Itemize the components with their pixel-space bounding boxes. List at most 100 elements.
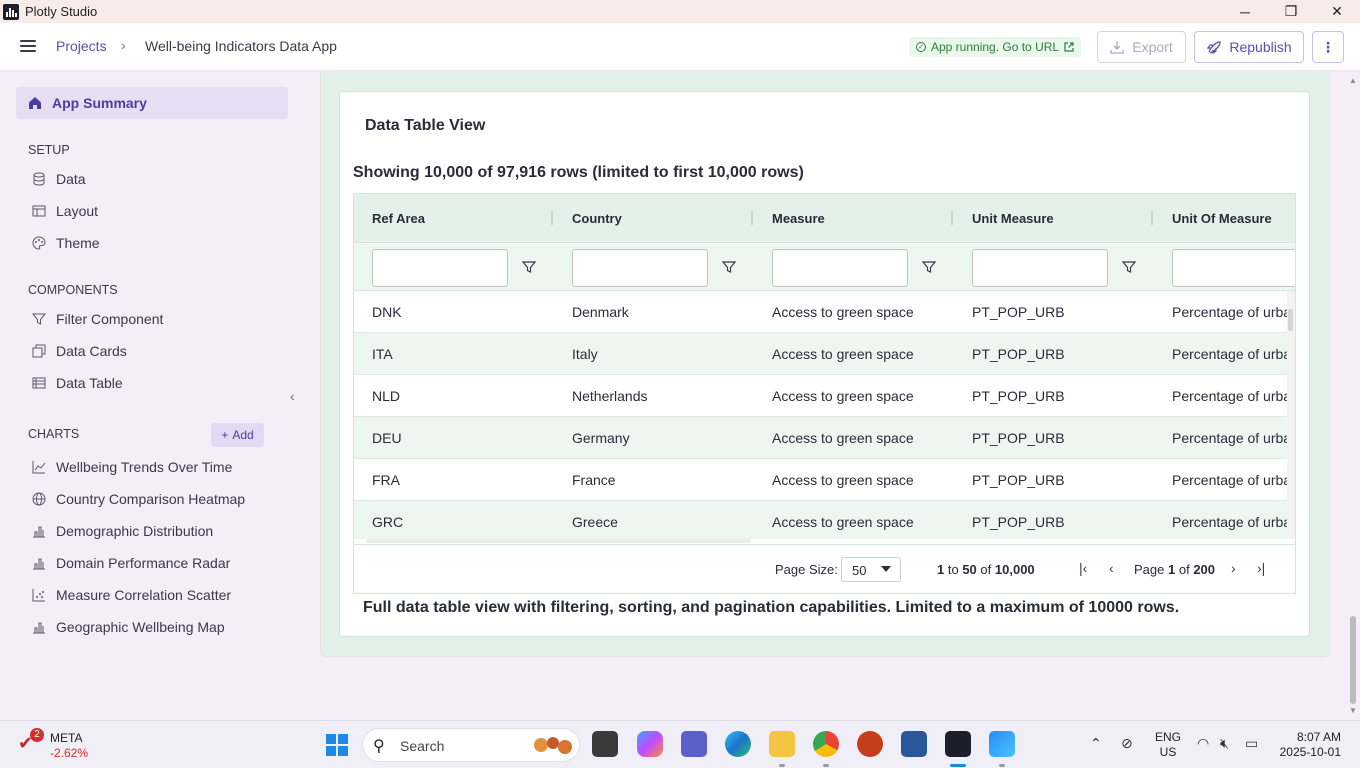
- stock-widget[interactable]: ✔ 2 META -2.62%: [18, 728, 98, 763]
- menu-icon[interactable]: [20, 40, 36, 52]
- bar-chart-icon: [32, 620, 46, 634]
- column-resize-handle[interactable]: [1151, 211, 1153, 225]
- breadcrumb-projects-link[interactable]: Projects: [56, 38, 107, 54]
- column-header-ref-area[interactable]: Ref Area: [372, 211, 425, 226]
- palette-icon: [32, 236, 46, 250]
- sidebar-item-data[interactable]: Data: [32, 169, 86, 189]
- first-page-icon[interactable]: |‹: [1079, 560, 1087, 576]
- show-hidden-icons-chevron-icon[interactable]: ⌃: [1090, 735, 1102, 752]
- grid-horizontal-scrollbar[interactable]: [366, 539, 751, 543]
- teams-icon[interactable]: [681, 731, 707, 757]
- wifi-icon[interactable]: ◠: [1197, 735, 1209, 752]
- sidebar-item-layout[interactable]: Layout: [32, 201, 98, 221]
- maximize-button[interactable]: ❐: [1268, 0, 1314, 23]
- table-row[interactable]: ITA Italy Access to green space PT_POP_U…: [354, 333, 1287, 375]
- cell-unit-measure: PT_POP_URB: [972, 304, 1065, 320]
- filter-icon[interactable]: [1122, 260, 1136, 274]
- column-header-unit-of-measure[interactable]: Unit Of Measure: [1172, 211, 1272, 226]
- cell-unit-of-measure: Percentage of urban population: [1172, 388, 1287, 404]
- line-chart-icon: [32, 460, 46, 474]
- republish-button[interactable]: Republish: [1194, 31, 1304, 63]
- collapse-sidebar-chevron-icon[interactable]: ‹: [290, 388, 295, 404]
- table-row[interactable]: GRC Greece Access to green space PT_POP_…: [354, 501, 1287, 539]
- unit-measure-filter-input[interactable]: [972, 249, 1108, 287]
- last-page-icon[interactable]: ›|: [1257, 560, 1265, 576]
- measure-filter-input[interactable]: [772, 249, 908, 287]
- column-header-unit-measure[interactable]: Unit Measure: [972, 211, 1054, 226]
- filter-icon[interactable]: [522, 260, 536, 274]
- grid-vertical-scrollbar[interactable]: [1287, 291, 1295, 539]
- cell-measure: Access to green space: [772, 388, 914, 404]
- scrollbar-thumb[interactable]: [1350, 616, 1356, 704]
- sidebar-item-layout-label: Layout: [56, 203, 99, 219]
- scroll-up-arrow-icon[interactable]: ▲: [1349, 76, 1357, 85]
- sidebar-item-filter-component[interactable]: Filter Component: [32, 309, 163, 329]
- battery-icon[interactable]: ▭: [1245, 735, 1258, 752]
- page-size-value: 50: [852, 563, 867, 578]
- check-circle-icon: ✓: [916, 42, 926, 52]
- table-row[interactable]: DEU Germany Access to green space PT_POP…: [354, 417, 1287, 459]
- system-clock[interactable]: 8:07 AM 2025-10-01: [1278, 730, 1341, 760]
- cell-country: Germany: [572, 430, 630, 446]
- page-scrollbar[interactable]: ▲ ▼: [1346, 72, 1360, 720]
- cell-country: Greece: [572, 514, 618, 530]
- copilot-icon[interactable]: [637, 731, 663, 757]
- unit-of-measure-filter-input[interactable]: [1172, 249, 1295, 287]
- speaker-muted-icon[interactable]: 🔇︎: [1220, 735, 1229, 752]
- more-options-button[interactable]: ⋮: [1312, 31, 1344, 63]
- cell-ref-area: GRC: [372, 514, 404, 530]
- filter-icon[interactable]: [922, 260, 936, 274]
- sidebar-item-geographic-map[interactable]: Geographic Wellbeing Map: [32, 617, 225, 637]
- word-icon[interactable]: [901, 731, 927, 757]
- next-page-icon[interactable]: ›: [1231, 560, 1236, 576]
- previous-page-icon[interactable]: ‹: [1109, 560, 1114, 576]
- sidebar-item-demographic-distribution[interactable]: Demographic Distribution: [32, 521, 213, 541]
- table-row[interactable]: NLD Netherlands Access to green space PT…: [354, 375, 1287, 417]
- windows-taskbar: ✔ 2 META -2.62% ⚲ Search ⌃ ⊘ ENG US ◠ 🔇︎…: [0, 720, 1360, 768]
- column-header-measure[interactable]: Measure: [772, 211, 825, 226]
- column-resize-handle[interactable]: [551, 211, 553, 225]
- taskbar-search-box[interactable]: ⚲ Search: [362, 728, 580, 762]
- country-filter-input[interactable]: [572, 249, 708, 287]
- cell-unit-of-measure: Percentage of urban population: [1172, 304, 1287, 320]
- table-row[interactable]: FRA France Access to green space PT_POP_…: [354, 459, 1287, 501]
- layout-icon: [32, 204, 46, 218]
- cell-unit-measure: PT_POP_URB: [972, 388, 1065, 404]
- row-range-summary: 1 to 50 of 10,000: [937, 562, 1035, 577]
- page-size-select[interactable]: 50: [841, 557, 901, 582]
- column-resize-handle[interactable]: [951, 211, 953, 225]
- table-row[interactable]: DNK Denmark Access to green space PT_POP…: [354, 291, 1287, 333]
- sidebar-item-data-cards[interactable]: Data Cards: [32, 341, 127, 361]
- photos-icon[interactable]: [989, 731, 1015, 757]
- filter-icon[interactable]: [722, 260, 736, 274]
- export-button[interactable]: Export: [1097, 31, 1186, 63]
- sidebar-item-country-heatmap[interactable]: Country Comparison Heatmap: [32, 489, 245, 509]
- task-view-icon[interactable]: [592, 731, 618, 757]
- input-language-indicator[interactable]: ENG US: [1155, 730, 1181, 760]
- ref-area-filter-input[interactable]: [372, 249, 508, 287]
- cell-country: France: [572, 472, 616, 488]
- external-link-icon: [1064, 42, 1074, 52]
- globe-icon: [32, 492, 46, 506]
- sidebar-item-wellbeing-trends[interactable]: Wellbeing Trends Over Time: [32, 457, 232, 477]
- sync-off-icon[interactable]: ⊘: [1121, 735, 1133, 752]
- plotly-studio-taskbar-icon[interactable]: [945, 731, 971, 757]
- scroll-down-arrow-icon[interactable]: ▼: [1349, 706, 1357, 715]
- column-header-country[interactable]: Country: [572, 211, 622, 226]
- minimize-button[interactable]: ─: [1222, 0, 1268, 23]
- file-explorer-icon[interactable]: [769, 731, 795, 757]
- close-window-button[interactable]: ✕: [1314, 0, 1360, 23]
- plotly-studio-app-icon: [3, 3, 19, 20]
- edge-browser-icon[interactable]: [725, 731, 751, 757]
- sidebar-item-data-table[interactable]: Data Table: [32, 373, 123, 393]
- windows-start-icon[interactable]: [326, 734, 348, 756]
- add-chart-button[interactable]: + Add: [211, 423, 264, 447]
- app-running-link[interactable]: ✓ App running. Go to URL: [909, 37, 1082, 57]
- chrome-icon[interactable]: [813, 731, 839, 757]
- sidebar-item-correlation-scatter[interactable]: Measure Correlation Scatter: [32, 585, 231, 605]
- sidebar-item-app-summary[interactable]: App Summary: [16, 87, 288, 119]
- sidebar-item-theme[interactable]: Theme: [32, 233, 100, 253]
- powerpoint-icon[interactable]: [857, 731, 883, 757]
- column-resize-handle[interactable]: [751, 211, 753, 225]
- sidebar-item-domain-radar[interactable]: Domain Performance Radar: [32, 553, 230, 573]
